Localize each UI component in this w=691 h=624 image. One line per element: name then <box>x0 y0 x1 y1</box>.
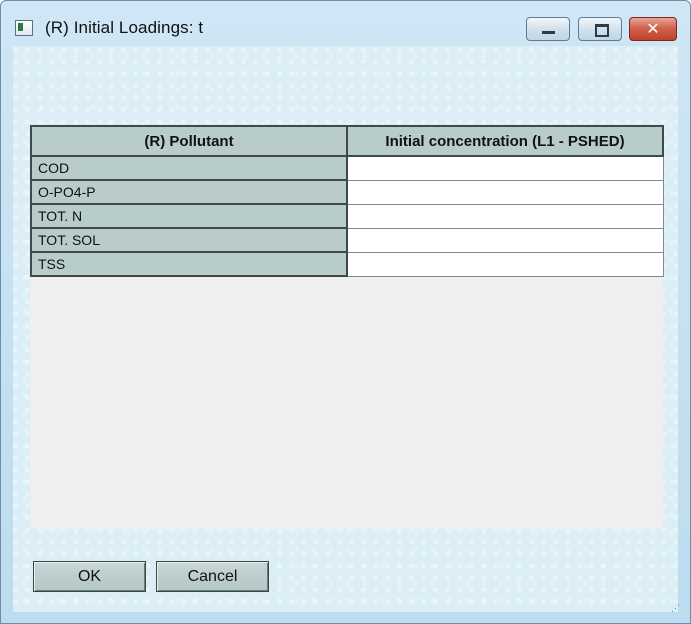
concentration-cell[interactable] <box>346 203 664 229</box>
maximize-icon <box>595 24 609 37</box>
table-row: O-PO4-P <box>30 179 664 205</box>
close-icon: ✕ <box>646 19 660 38</box>
table-row: TOT. N <box>30 203 664 229</box>
maximize-button[interactable] <box>578 17 622 41</box>
row-header-tss[interactable]: TSS <box>30 252 348 277</box>
resize-grip-icon[interactable]: ⋰ <box>671 604 680 613</box>
grid-header-row: (R) Pollutant Initial concentration (L1 … <box>30 125 664 157</box>
ok-button[interactable]: OK <box>33 561 146 592</box>
concentration-cell[interactable] <box>346 227 664 253</box>
table-row: TOT. SOL <box>30 227 664 253</box>
column-header-initial-concentration[interactable]: Initial concentration (L1 - PSHED) <box>346 125 664 157</box>
minimize-button[interactable] <box>526 17 570 41</box>
row-header-cod[interactable]: COD <box>30 156 348 181</box>
loadings-grid: (R) Pollutant Initial concentration (L1 … <box>30 125 664 277</box>
table-row: TSS <box>30 251 664 277</box>
column-header-pollutant[interactable]: (R) Pollutant <box>30 125 348 157</box>
window-title: (R) Initial Loadings: t <box>45 18 204 37</box>
concentration-cell[interactable] <box>346 251 664 277</box>
close-button[interactable]: ✕ <box>629 17 677 41</box>
title-bar[interactable]: (R) Initial Loadings: t ✕ <box>1 1 690 47</box>
app-icon <box>15 20 33 36</box>
minimize-icon <box>542 31 555 34</box>
row-header-tot-sol[interactable]: TOT. SOL <box>30 228 348 253</box>
cancel-button[interactable]: Cancel <box>156 561 269 592</box>
concentration-cell[interactable] <box>346 155 664 181</box>
table-row: COD <box>30 155 664 181</box>
row-header-o-po4-p[interactable]: O-PO4-P <box>30 180 348 205</box>
row-header-tot-n[interactable]: TOT. N <box>30 204 348 229</box>
concentration-cell[interactable] <box>346 179 664 205</box>
